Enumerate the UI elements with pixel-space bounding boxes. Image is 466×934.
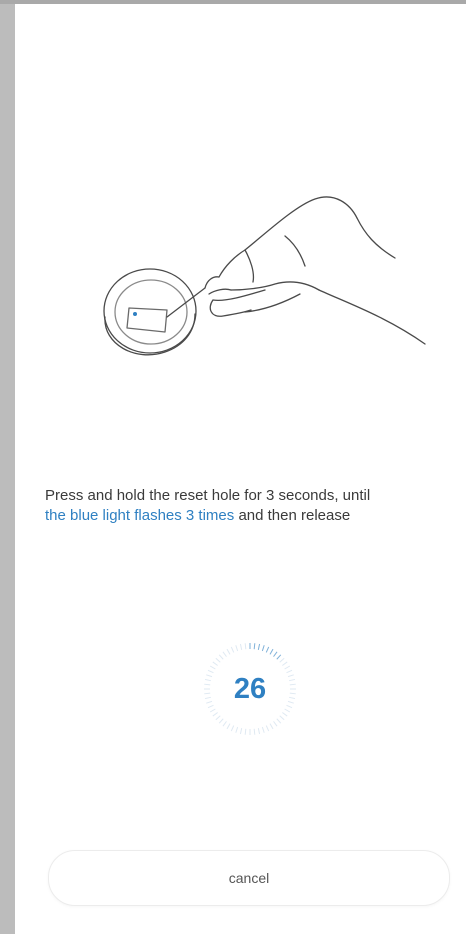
reset-instruction-screen: Press and hold the reset hole for 3 seco…	[15, 4, 466, 934]
instruction-line-1: Press and hold the reset hole for 3 seco…	[45, 487, 371, 504]
instruction-line-2: the blue light flashes 3 times and then …	[45, 506, 455, 526]
countdown-timer: 26	[202, 641, 298, 737]
cancel-button[interactable]: cancel	[48, 850, 450, 906]
reset-instruction-text: Press and hold the reset hole for 3 seco…	[45, 486, 455, 526]
instruction-highlight: the blue light flashes 3 times	[45, 507, 235, 524]
instruction-line-2-rest: and then release	[234, 507, 351, 524]
hand-reset-illustration-icon	[103, 196, 426, 356]
countdown-value: 26	[233, 673, 267, 705]
